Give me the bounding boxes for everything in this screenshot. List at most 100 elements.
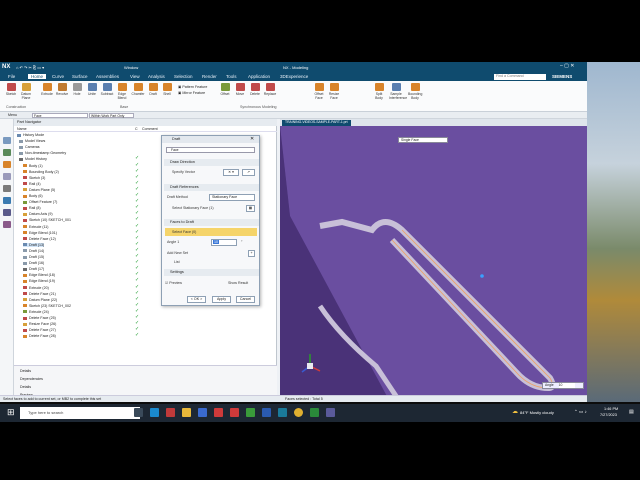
section-settings[interactable]: Settings: [164, 269, 259, 276]
app-icon-1[interactable]: [166, 408, 175, 417]
section-faces-to-draft[interactable]: Faces to Draft: [164, 219, 259, 226]
explorer-icon[interactable]: [182, 408, 191, 417]
nav-row[interactable]: Datum Plane (5): [23, 188, 55, 192]
cancel-button[interactable]: Cancel: [236, 296, 255, 303]
list-toggle[interactable]: List: [174, 260, 180, 264]
nav-row[interactable]: Sketch (3): [23, 176, 45, 180]
notification-icon[interactable]: ▤: [629, 409, 634, 415]
check-icon[interactable]: ✓: [135, 308, 139, 314]
app-icon-5[interactable]: [310, 408, 319, 417]
panel-details[interactable]: Details: [20, 369, 31, 373]
check-icon[interactable]: ✓: [135, 253, 139, 259]
menu-surface[interactable]: Surface: [72, 74, 88, 79]
column-comment[interactable]: Comment: [142, 127, 158, 131]
nav-row[interactable]: Delete Face (27): [23, 328, 56, 332]
panel-dependencies[interactable]: Dependencies: [20, 377, 43, 381]
delete-button[interactable]: Delete: [248, 83, 262, 96]
type-select[interactable]: Face: [166, 147, 255, 153]
task-view-icon[interactable]: [134, 408, 143, 417]
nav-row[interactable]: Edge Blend (101): [23, 231, 57, 235]
column-c[interactable]: C: [135, 127, 138, 131]
check-icon[interactable]: ✓: [135, 223, 139, 229]
menu-curve[interactable]: Curve: [52, 74, 64, 79]
offset-button[interactable]: Offset: [218, 83, 232, 96]
replace-button[interactable]: Replace: [263, 83, 277, 96]
check-icon[interactable]: ✓: [135, 155, 139, 161]
revolve-button[interactable]: Revolve: [55, 83, 69, 96]
window-controls[interactable]: – ▢ ✕: [560, 63, 574, 69]
section-draft-references[interactable]: Draft References: [164, 184, 259, 191]
roles-icon[interactable]: [3, 209, 11, 216]
check-icon[interactable]: ✓: [135, 174, 139, 180]
menu-tools[interactable]: Tools: [226, 74, 237, 79]
nav-row[interactable]: Non-timestamp Geometry: [19, 151, 66, 155]
tray-icons[interactable]: ⌃ ▭ ♪: [574, 409, 587, 415]
angle-handle[interactable]: Angle 10: [542, 382, 584, 389]
graphics-viewport[interactable]: Single Face Angle 10: [280, 126, 587, 402]
face-select-dropdown[interactable]: Single Face: [398, 137, 448, 143]
nav-row[interactable]: Extrude (24): [23, 310, 49, 314]
check-icon[interactable]: ✓: [135, 192, 139, 198]
check-icon[interactable]: ✓: [135, 271, 139, 277]
more-features[interactable]: ▣ Pattern Feature ▣ Mirror Feature: [178, 84, 207, 96]
angle-handle-value[interactable]: 10: [558, 383, 575, 388]
draft-method-select[interactable]: Stationary Face: [209, 194, 255, 201]
vector-dropdown[interactable]: ✕ ▾: [223, 169, 239, 176]
menu-home[interactable]: Home: [28, 74, 47, 79]
check-icon[interactable]: ✓: [135, 259, 139, 265]
select-face-row[interactable]: Select Face (0): [165, 228, 257, 236]
check-icon[interactable]: ✓: [135, 290, 139, 296]
offset-face-button[interactable]: Offset Face: [312, 83, 326, 100]
menu-selection[interactable]: Selection: [174, 74, 193, 79]
check-icon[interactable]: ✓: [135, 198, 139, 204]
show-result-button[interactable]: Show Result: [228, 281, 248, 285]
add-new-set-label[interactable]: Add New Set: [167, 251, 188, 255]
nav-row[interactable]: Offset Feature (7): [23, 200, 57, 204]
check-icon[interactable]: ✓: [135, 247, 139, 253]
vector-tool[interactable]: ↗: [242, 169, 255, 176]
check-icon[interactable]: ✓: [135, 162, 139, 168]
check-icon[interactable]: ✓: [135, 302, 139, 308]
nav-row[interactable]: Draft (17): [23, 267, 44, 271]
store-icon[interactable]: [198, 408, 207, 417]
constraint-navigator-icon[interactable]: [3, 149, 11, 156]
search-input[interactable]: Find a Command: [494, 74, 546, 80]
reuse-library-icon[interactable]: [3, 173, 11, 180]
weather-icon[interactable]: ☁: [512, 408, 518, 415]
check-icon[interactable]: ✓: [135, 296, 139, 302]
chamfer-button[interactable]: Chamfer: [131, 83, 145, 96]
app-icon-6[interactable]: [326, 408, 335, 417]
history-icon[interactable]: [3, 185, 11, 192]
interference-button[interactable]: Sample Interference: [389, 83, 407, 100]
selection-filter[interactable]: Face: [32, 113, 88, 118]
window-menu[interactable]: Window: [124, 65, 138, 70]
split-body-button[interactable]: Split Body: [372, 83, 386, 100]
menu-view[interactable]: View: [130, 74, 140, 79]
nav-row[interactable]: Draft (16): [23, 261, 44, 265]
nav-row[interactable]: Draft (13): [23, 242, 45, 247]
menu-render[interactable]: Render: [202, 74, 217, 79]
apply-button[interactable]: Apply: [212, 296, 231, 303]
edge-blend-button[interactable]: Edge Blend: [115, 83, 129, 100]
check-icon[interactable]: ✓: [135, 229, 139, 235]
app-icon-3[interactable]: [230, 408, 239, 417]
menu-dropdown[interactable]: Menu: [8, 113, 17, 117]
check-icon[interactable]: ✓: [135, 314, 139, 320]
nav-row[interactable]: Model Views: [19, 139, 45, 143]
nx-taskbar-icon[interactable]: [278, 408, 287, 417]
shell-button[interactable]: Shell: [160, 83, 174, 96]
check-icon[interactable]: ✓: [135, 326, 139, 332]
stationary-face-label[interactable]: Select Stationary Face (1): [172, 206, 214, 210]
selection-scope[interactable]: Within Work Part Only: [89, 113, 134, 118]
sketch-button[interactable]: Sketch: [4, 83, 18, 96]
check-icon[interactable]: ✓: [135, 320, 139, 326]
check-icon[interactable]: ✓: [135, 332, 139, 338]
app-icon-2[interactable]: [214, 408, 223, 417]
check-icon[interactable]: ✓: [135, 284, 139, 290]
draft-button[interactable]: Draft: [146, 83, 160, 96]
nav-row[interactable]: Edge Blend (19): [23, 279, 55, 283]
check-icon[interactable]: ✓: [135, 235, 139, 241]
check-icon[interactable]: ✓: [135, 180, 139, 186]
nav-row[interactable]: Delete Face (12): [23, 237, 56, 241]
nav-row[interactable]: Extrude (11): [23, 225, 49, 229]
